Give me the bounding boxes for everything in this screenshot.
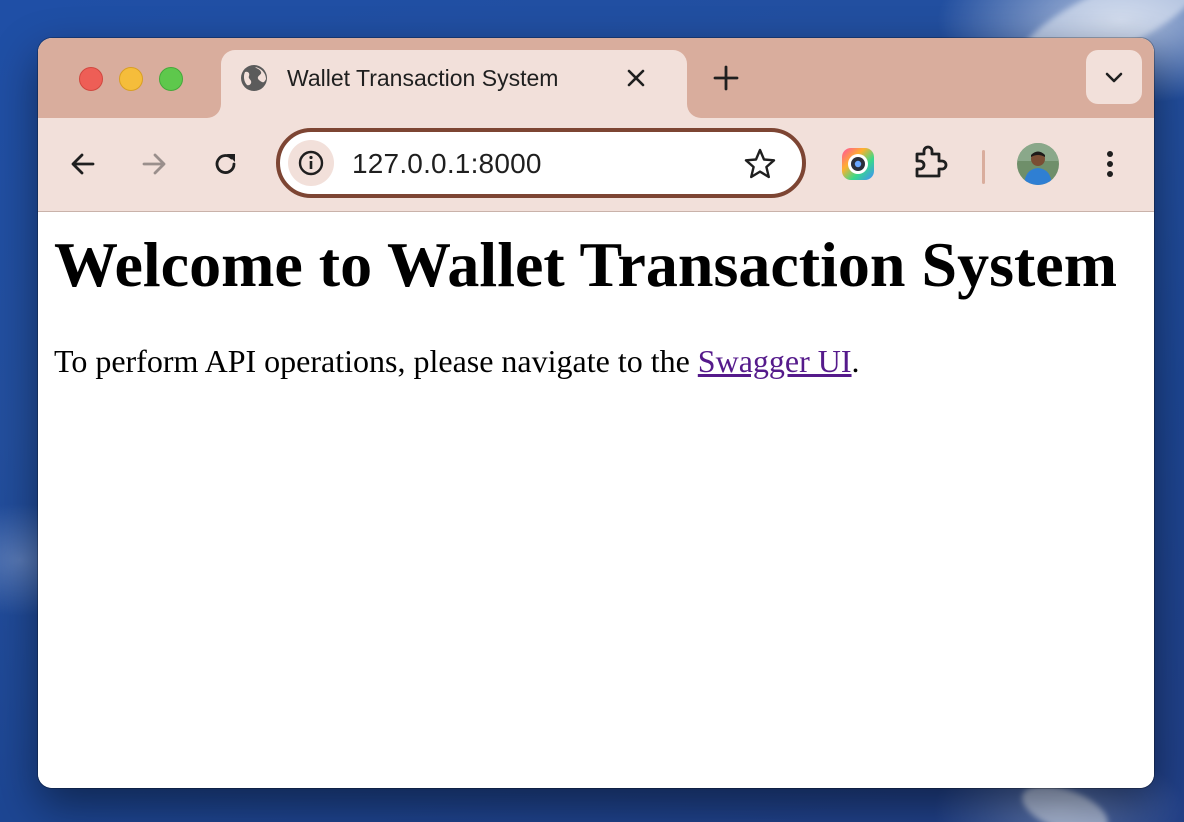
profile-avatar[interactable] [1017,143,1059,185]
tab-close-icon[interactable] [621,63,651,93]
globe-icon [239,63,269,93]
tab-search-button[interactable] [1086,50,1142,104]
toolbar-divider [982,150,985,184]
forward-button[interactable] [134,144,174,184]
instructions-text: To perform API operations, please naviga… [54,343,698,379]
reload-button[interactable] [206,144,246,184]
new-tab-plus-icon[interactable] [710,62,742,94]
camera-extension-icon[interactable] [838,144,878,184]
page-content: Welcome to Wallet Transaction System To … [38,212,1154,788]
tab-strip: Wallet Transaction System [38,38,1154,118]
back-button[interactable] [63,144,103,184]
tab-title: Wallet Transaction System [287,65,559,91]
page-title: Welcome to Wallet Transaction System [54,229,1117,300]
instructions-period: . [851,343,860,379]
page-instructions: To perform API operations, please naviga… [54,343,860,380]
browser-toolbar: 127.0.0.1:8000 [38,118,1154,212]
url-text[interactable]: 127.0.0.1:8000 [352,148,542,180]
extensions-puzzle-icon[interactable] [910,142,950,182]
bookmark-star-icon[interactable] [742,146,778,182]
arrow-right-icon [142,153,166,175]
window-minimize-button[interactable] [119,67,143,91]
chevron-down-icon [1105,72,1123,83]
window-close-button[interactable] [79,67,103,91]
arrow-left-icon [71,153,95,175]
swagger-ui-link[interactable]: Swagger UI [698,343,852,379]
site-info-button[interactable] [288,140,334,186]
browser-window: Wallet Transaction System 127.0.0.1:8000… [38,38,1154,788]
reload-icon [215,154,236,174]
more-menu-icon[interactable] [1090,144,1130,184]
address-bar[interactable]: 127.0.0.1:8000 [276,128,806,198]
tab-active[interactable]: Wallet Transaction System [221,50,687,118]
window-maximize-button[interactable] [159,67,183,91]
info-icon [298,150,324,176]
